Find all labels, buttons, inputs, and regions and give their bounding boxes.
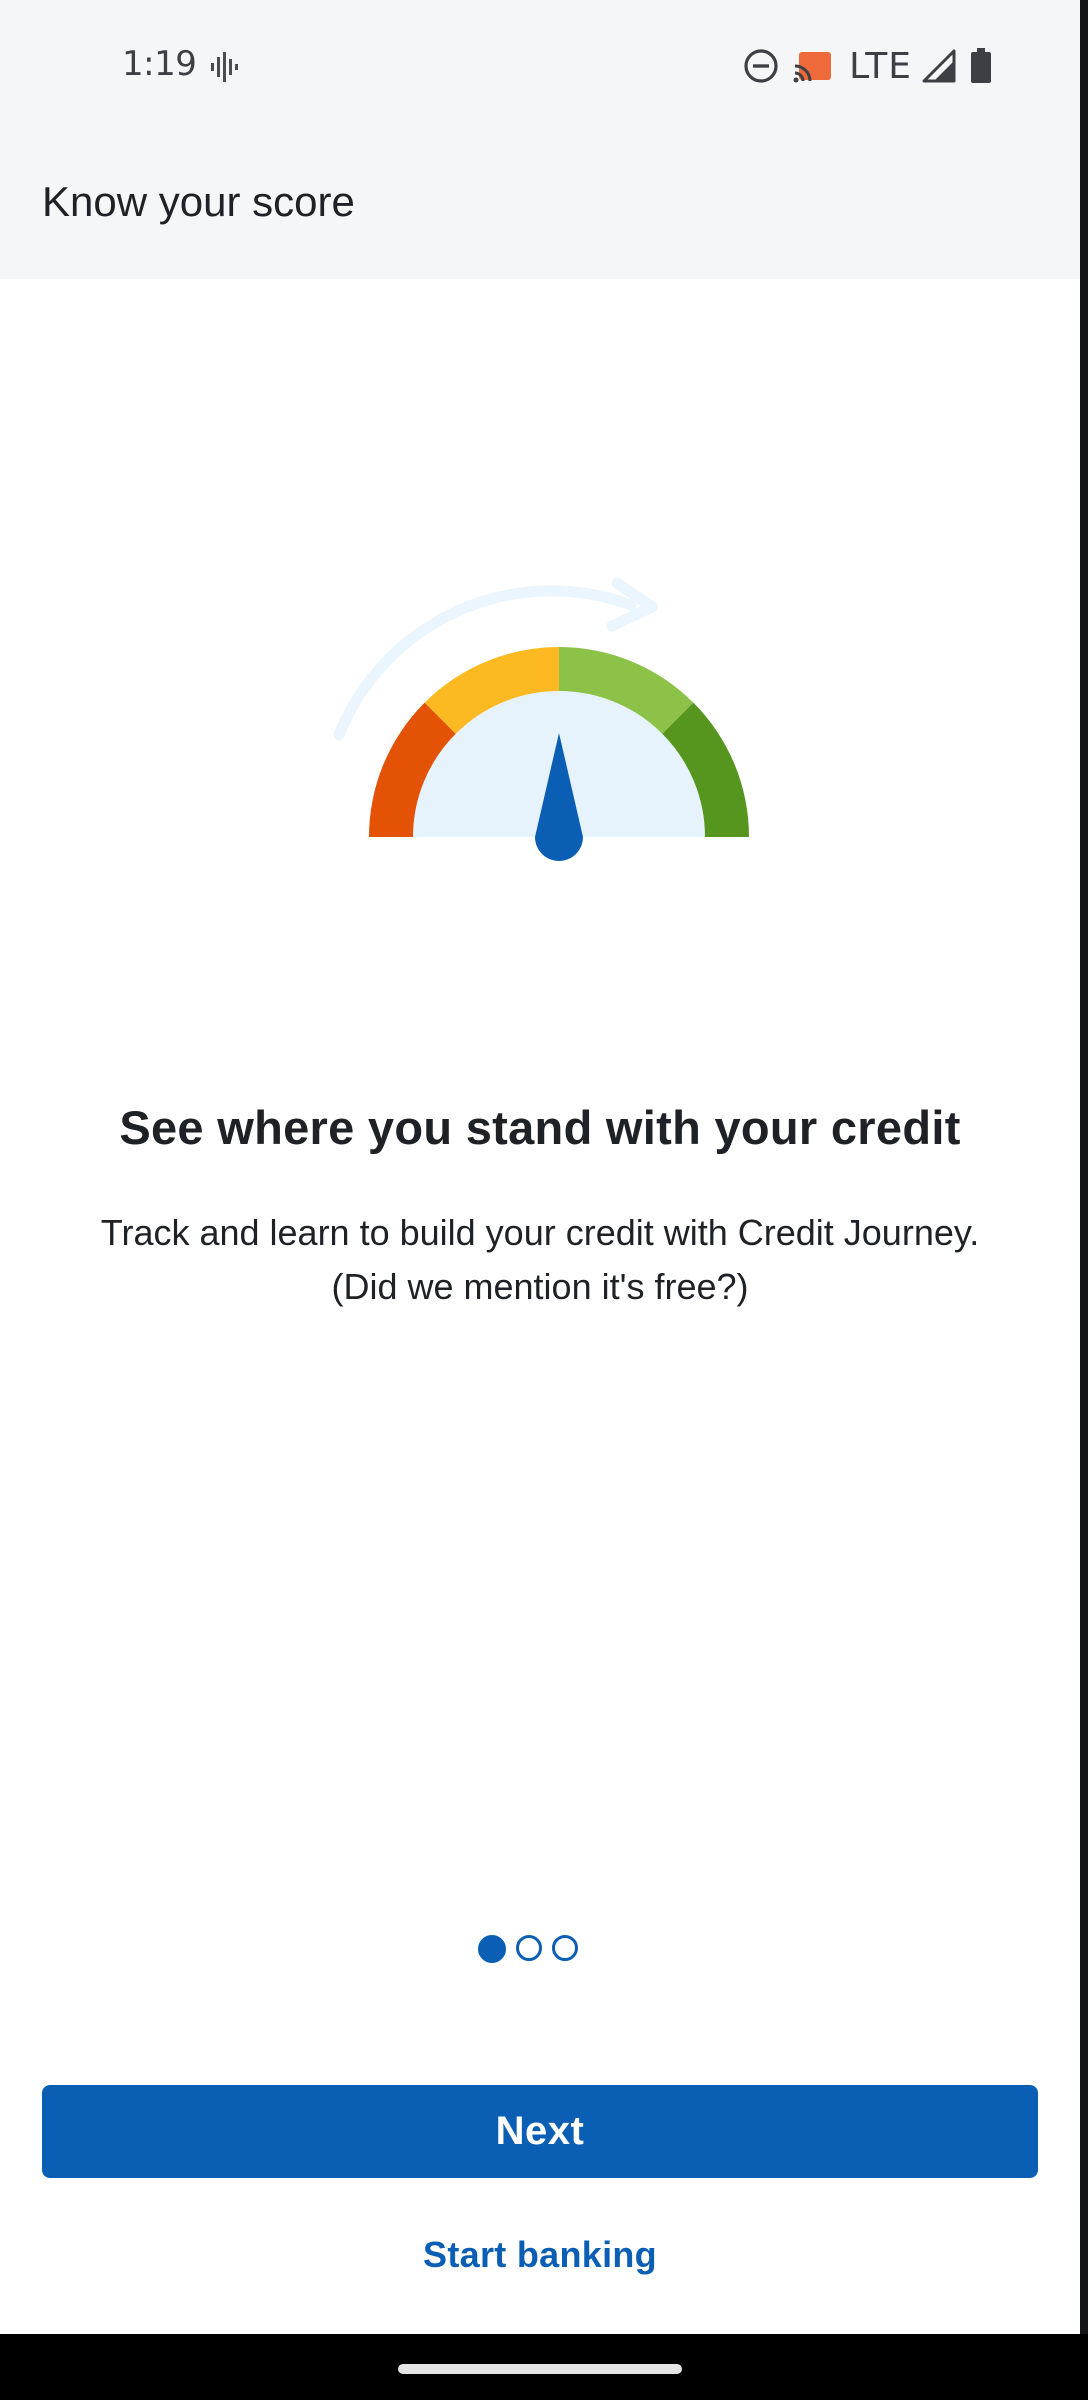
status-icons: LTE — [743, 44, 992, 88]
status-bar: 1:19 LTE — [0, 0, 1080, 134]
signal-icon — [922, 49, 956, 83]
page-dot-1[interactable] — [478, 1935, 506, 1963]
credit-score-gauge-icon — [333, 577, 749, 861]
description-line-1: Track and learn to build your credit wit… — [100, 1212, 980, 1253]
voicemail-icon — [211, 52, 238, 82]
status-time: 1:19 — [122, 44, 197, 84]
next-button[interactable]: Next — [42, 2085, 1038, 2178]
start-banking-link[interactable]: Start banking — [0, 2234, 1080, 2276]
screen-edge — [1080, 0, 1088, 2334]
do-not-disturb-icon — [744, 49, 778, 83]
navigation-bar — [0, 2334, 1088, 2400]
page-dot-3[interactable] — [552, 1935, 578, 1961]
page-title: Know your score — [42, 178, 355, 225]
page-indicator — [478, 1935, 578, 1963]
network-type: LTE — [849, 45, 912, 87]
page-dot-2[interactable] — [516, 1935, 542, 1961]
description: Track and learn to build your credit wit… — [40, 1206, 1040, 1314]
cast-icon — [793, 52, 832, 83]
headline: See where you stand with your credit — [119, 1101, 961, 1154]
home-indicator[interactable] — [398, 2364, 682, 2374]
battery-icon — [971, 48, 991, 83]
app-bar: Know your score — [0, 134, 1080, 279]
description-line-2: (Did we mention it's free?) — [331, 1266, 749, 1307]
